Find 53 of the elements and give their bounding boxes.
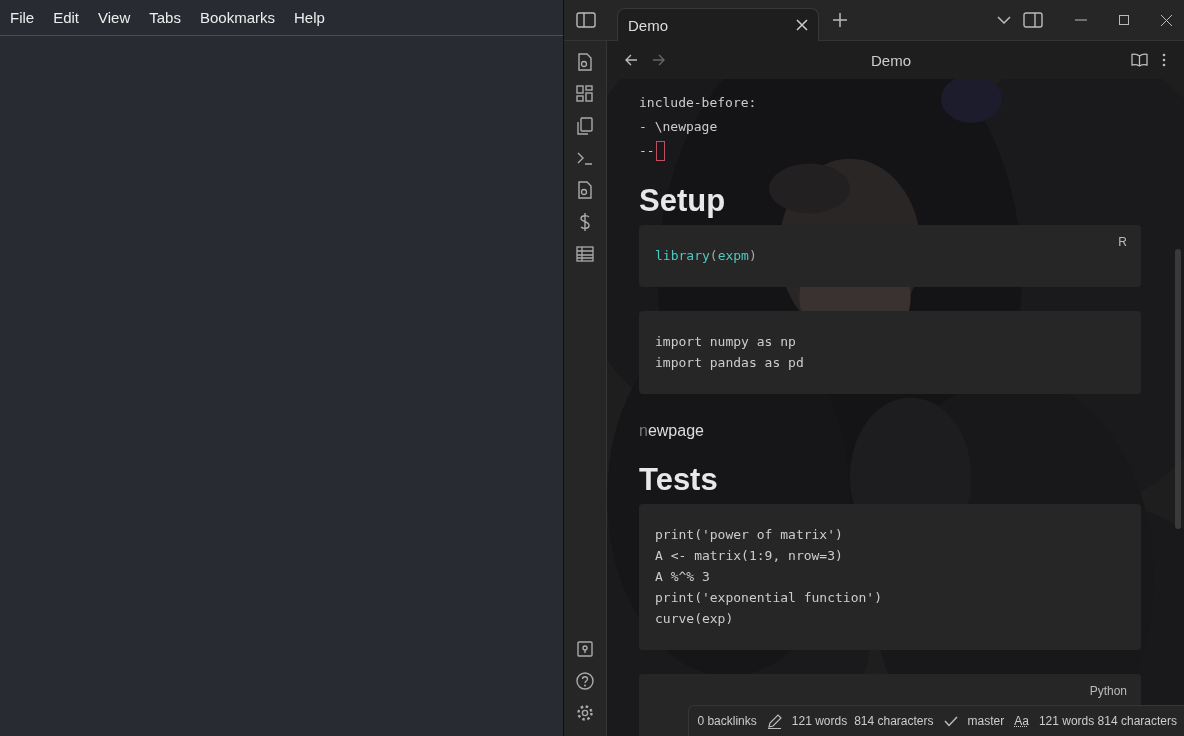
vault-icon[interactable] bbox=[576, 640, 594, 658]
help-icon[interactable] bbox=[576, 672, 594, 690]
language-label: Python bbox=[1089, 684, 1127, 698]
view-title: Demo bbox=[870, 51, 912, 69]
settings-icon[interactable] bbox=[576, 704, 594, 722]
sidebar-toggle-icon[interactable] bbox=[1023, 12, 1043, 28]
frontmatter-line: include-before: bbox=[639, 94, 757, 112]
heading: Tests bbox=[639, 462, 719, 498]
forward-arrow-icon[interactable] bbox=[652, 54, 665, 66]
tab[interactable]: Demo bbox=[617, 8, 819, 41]
code-line: A %^% 3 bbox=[655, 568, 711, 586]
copy-icon[interactable] bbox=[576, 117, 594, 135]
text-cursor bbox=[655, 141, 665, 161]
character-count: 814 characters bbox=[854, 714, 934, 728]
file-search-icon[interactable] bbox=[576, 181, 594, 199]
paragraph: newpage bbox=[639, 422, 705, 440]
check-icon[interactable] bbox=[943, 715, 958, 727]
menu-item[interactable]: Edit bbox=[53, 9, 80, 26]
menu-item[interactable]: Bookmarks bbox=[199, 9, 275, 26]
code-line: library(expm) bbox=[655, 247, 758, 265]
maximize-icon[interactable] bbox=[1119, 15, 1129, 25]
menu-item[interactable]: View bbox=[98, 9, 131, 26]
code-line: A <- matrix(1:9, nrow=3) bbox=[655, 547, 844, 565]
book-icon[interactable] bbox=[1131, 53, 1148, 67]
menu-item[interactable]: File bbox=[10, 9, 35, 26]
code-line: import numpy as np bbox=[655, 333, 797, 351]
branch-name[interactable]: master bbox=[967, 714, 1005, 728]
language-label: R bbox=[1118, 235, 1127, 249]
grid-icon[interactable] bbox=[576, 85, 594, 103]
code-line: import pandas as pd bbox=[655, 354, 805, 372]
table-icon[interactable] bbox=[576, 245, 594, 263]
close-icon[interactable] bbox=[796, 19, 808, 31]
menu-item[interactable]: Help bbox=[294, 9, 325, 26]
file-search-icon[interactable] bbox=[576, 53, 594, 71]
chevron-down-icon[interactable] bbox=[997, 16, 1011, 24]
back-arrow-icon[interactable] bbox=[625, 54, 638, 66]
code-line: print('exponential function') bbox=[655, 589, 883, 607]
sidebar-toggle-icon[interactable] bbox=[576, 12, 596, 28]
frontmatter-line: - \newpage bbox=[639, 118, 718, 136]
word-character-count: 121 words 814 characters bbox=[1038, 714, 1177, 728]
plus-icon[interactable] bbox=[833, 13, 847, 27]
close-icon[interactable] bbox=[1161, 14, 1172, 26]
more-icon[interactable] bbox=[1162, 53, 1166, 67]
scrollbar-thumb[interactable] bbox=[1175, 249, 1181, 529]
frontmatter-line: -- bbox=[639, 142, 655, 160]
code-line: curve(exp) bbox=[655, 610, 735, 628]
backlinks-count[interactable]: 0 backlinks bbox=[697, 714, 757, 728]
word-count: 121 words bbox=[791, 714, 848, 728]
menu-item[interactable]: Tabs bbox=[149, 9, 181, 26]
font-toggle[interactable]: Aa bbox=[1014, 714, 1029, 728]
code-line: print('power of matrix') bbox=[655, 526, 844, 544]
heading: Setup bbox=[639, 183, 727, 219]
pencil-icon[interactable] bbox=[766, 713, 782, 729]
